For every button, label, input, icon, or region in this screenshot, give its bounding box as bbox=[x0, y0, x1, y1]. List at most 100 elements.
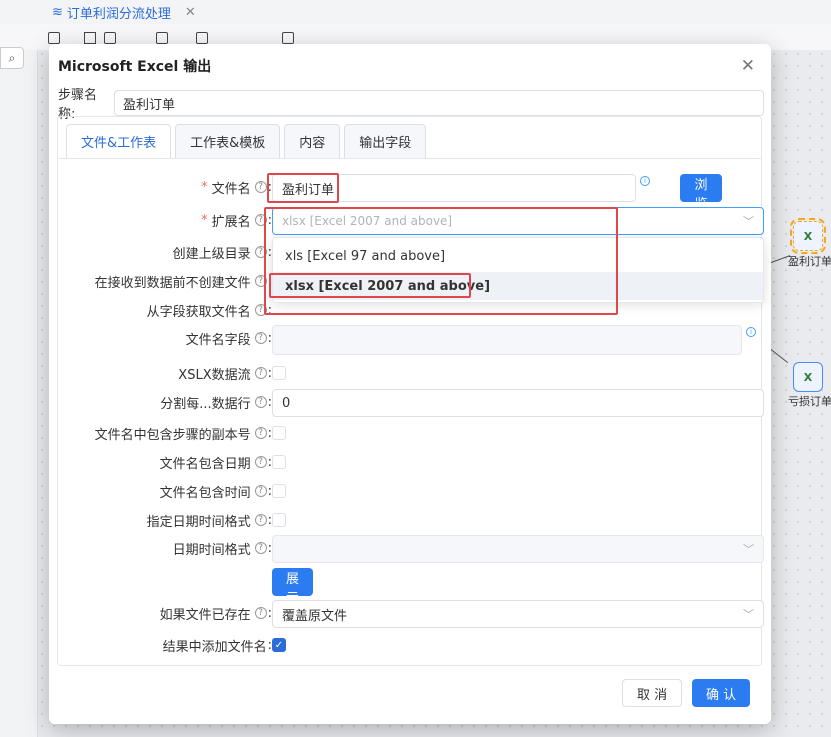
filename-field-row: 文件名字段?: i bbox=[58, 325, 756, 355]
filename-field-input[interactable] bbox=[272, 325, 742, 355]
settings-icon[interactable] bbox=[282, 32, 294, 44]
help-icon[interactable]: ? bbox=[254, 514, 267, 526]
include-copy-row: 文件名中包含步骤的副本号?: bbox=[58, 420, 286, 446]
help-icon[interactable]: ? bbox=[254, 607, 267, 619]
required-mark: * bbox=[201, 212, 208, 228]
include-date-checkbox[interactable] bbox=[272, 455, 286, 469]
tab-sheet-template[interactable]: 工作表&模板 bbox=[175, 124, 281, 158]
filename-row: *文件名?: i 浏 览 bbox=[58, 174, 722, 212]
if-exists-row: 如果文件已存在?: 覆盖原文件 ﹀ bbox=[58, 600, 764, 628]
extension-dropdown: xls [Excel 97 and above] xlsx [Excel 200… bbox=[272, 237, 764, 303]
node-profit-order-icon[interactable]: X bbox=[790, 218, 826, 254]
filename-field-label: 文件名字段?: bbox=[185, 330, 272, 348]
preview-icon[interactable] bbox=[196, 32, 208, 44]
if-exists-value: 覆盖原文件 bbox=[282, 608, 348, 624]
filename-input[interactable] bbox=[272, 174, 636, 202]
extension-option-xlsx[interactable]: xlsx [Excel 2007 and above] bbox=[273, 272, 763, 300]
date-format-flag-label: 指定日期时间格式?: bbox=[146, 512, 272, 530]
filename-label: * 文件名?: bbox=[201, 179, 272, 197]
close-icon[interactable]: ✕ bbox=[185, 5, 196, 20]
help-icon[interactable]: ? bbox=[254, 332, 267, 344]
add-to-result-row: 结果中添加文件名: ✓ bbox=[58, 632, 286, 658]
split-row: 分割每...数据行?: bbox=[58, 389, 764, 417]
tab-output-fields[interactable]: 输出字段 bbox=[344, 124, 427, 158]
search-icon[interactable]: ⌕ bbox=[0, 47, 24, 69]
extension-row: * 扩展名?: xlsx [Excel 2007 and above] ﹀ bbox=[58, 207, 764, 235]
settings-panel: 文件&工作表 工作表&模板 内容 输出字段 *文件名?: i 浏 览 *扩展名?… bbox=[57, 116, 764, 666]
excel-output-dialog: Microsoft Excel 输出 ✕ 步骤名称: 文件&工作表 工作表&模板… bbox=[49, 44, 771, 724]
pause-icon[interactable] bbox=[104, 32, 116, 44]
step-name-input[interactable] bbox=[114, 90, 764, 116]
no-create-row: 在接收到数据前不创建文件?: bbox=[58, 268, 272, 294]
cancel-button[interactable]: 取 消 bbox=[622, 679, 683, 707]
info-icon[interactable]: i bbox=[746, 327, 756, 337]
help-icon[interactable]: ? bbox=[254, 485, 267, 497]
tab-strip: 文件&工作表 工作表&模板 内容 输出字段 bbox=[66, 124, 427, 158]
xslx-stream-checkbox[interactable] bbox=[272, 366, 286, 380]
run-icon[interactable] bbox=[84, 32, 96, 44]
from-field-row: 从字段获取文件名?: bbox=[58, 297, 272, 323]
tab-file-sheet[interactable]: 文件&工作表 bbox=[66, 124, 172, 158]
left-panel bbox=[0, 50, 38, 737]
node-loss-order-icon[interactable]: X bbox=[793, 362, 823, 392]
help-icon[interactable]: ? bbox=[254, 456, 267, 468]
add-to-result-label: 结果中添加文件名: bbox=[162, 637, 272, 655]
add-to-result-checkbox[interactable]: ✓ bbox=[272, 638, 286, 652]
help-icon[interactable]: ? bbox=[254, 542, 267, 554]
info-icon[interactable]: i bbox=[640, 176, 650, 186]
xslx-stream-label: XSLX数据流?: bbox=[178, 365, 272, 383]
help-icon[interactable]: ? bbox=[254, 181, 267, 193]
help-icon[interactable]: ? bbox=[254, 304, 267, 316]
date-format-select[interactable]: ﹀ bbox=[272, 535, 764, 563]
dialog-title: Microsoft Excel 输出 bbox=[58, 59, 212, 75]
date-format-flag-checkbox[interactable] bbox=[272, 513, 286, 527]
help-icon[interactable]: ? bbox=[254, 275, 267, 287]
close-icon[interactable]: ✕ bbox=[741, 56, 755, 76]
browse-button[interactable]: 浏 览 bbox=[680, 174, 722, 212]
if-exists-label: 如果文件已存在?: bbox=[159, 605, 272, 623]
chevron-down-icon: ﹀ bbox=[743, 608, 754, 621]
include-date-label: 文件名包含日期?: bbox=[159, 454, 272, 472]
include-copy-checkbox[interactable] bbox=[272, 426, 286, 440]
date-format-row: 日期时间格式?: ﹀ bbox=[58, 535, 764, 563]
xslx-stream-row: XSLX数据流?: bbox=[58, 360, 286, 386]
tab-label: 订单利润分流处理 bbox=[66, 6, 171, 22]
help-icon[interactable]: ? bbox=[254, 367, 267, 379]
help-icon[interactable]: ? bbox=[254, 396, 267, 408]
required-mark: * bbox=[201, 179, 208, 195]
help-icon[interactable]: ? bbox=[254, 214, 267, 226]
include-date-row: 文件名包含日期?: bbox=[58, 449, 286, 475]
flow-icon: ≋ bbox=[52, 4, 63, 20]
create-parent-label: 创建上级目录?: bbox=[172, 244, 272, 262]
extension-placeholder: xlsx [Excel 2007 and above] bbox=[282, 214, 453, 228]
node-label: 盈利订单 bbox=[788, 255, 831, 268]
include-time-label: 文件名包含时间?: bbox=[159, 483, 272, 501]
tab-order-profit-split[interactable]: ≋ 订单利润分流处理 ✕ bbox=[52, 0, 196, 24]
chart-icon[interactable] bbox=[156, 32, 168, 44]
app-tab-bar: ≋ 订单利润分流处理 ✕ bbox=[0, 0, 831, 24]
extension-label: * 扩展名?: bbox=[201, 212, 272, 230]
chevron-down-icon: ﹀ bbox=[743, 215, 754, 228]
chevron-down-icon: ﹀ bbox=[743, 543, 754, 556]
include-time-checkbox[interactable] bbox=[272, 484, 286, 498]
show-filename-button[interactable]: 展示文件名 bbox=[272, 568, 314, 663]
from-field-label: 从字段获取文件名?: bbox=[146, 302, 272, 320]
node-label: 亏损订单 bbox=[788, 395, 831, 408]
tab-divider bbox=[58, 158, 761, 159]
help-icon[interactable]: ? bbox=[254, 427, 267, 439]
extension-select[interactable]: xlsx [Excel 2007 and above] ﹀ bbox=[272, 207, 764, 235]
split-label: 分割每...数据行?: bbox=[160, 394, 272, 412]
date-format-flag-row: 指定日期时间格式?: bbox=[58, 507, 286, 533]
date-format-label: 日期时间格式?: bbox=[172, 540, 272, 558]
help-icon[interactable]: ? bbox=[254, 246, 267, 258]
confirm-button[interactable]: 确 认 bbox=[692, 679, 751, 707]
include-time-row: 文件名包含时间?: bbox=[58, 478, 286, 504]
extension-option-xls[interactable]: xls [Excel 97 and above] bbox=[273, 242, 763, 270]
split-rows-input[interactable] bbox=[272, 389, 764, 417]
save-icon[interactable] bbox=[48, 32, 60, 44]
include-copy-label: 文件名中包含步骤的副本号?: bbox=[94, 425, 272, 443]
tab-content[interactable]: 内容 bbox=[284, 124, 341, 158]
no-create-label: 在接收到数据前不创建文件?: bbox=[94, 273, 272, 291]
if-exists-select[interactable]: 覆盖原文件 ﹀ bbox=[272, 600, 764, 628]
create-parent-row: 创建上级目录?: bbox=[58, 239, 272, 265]
